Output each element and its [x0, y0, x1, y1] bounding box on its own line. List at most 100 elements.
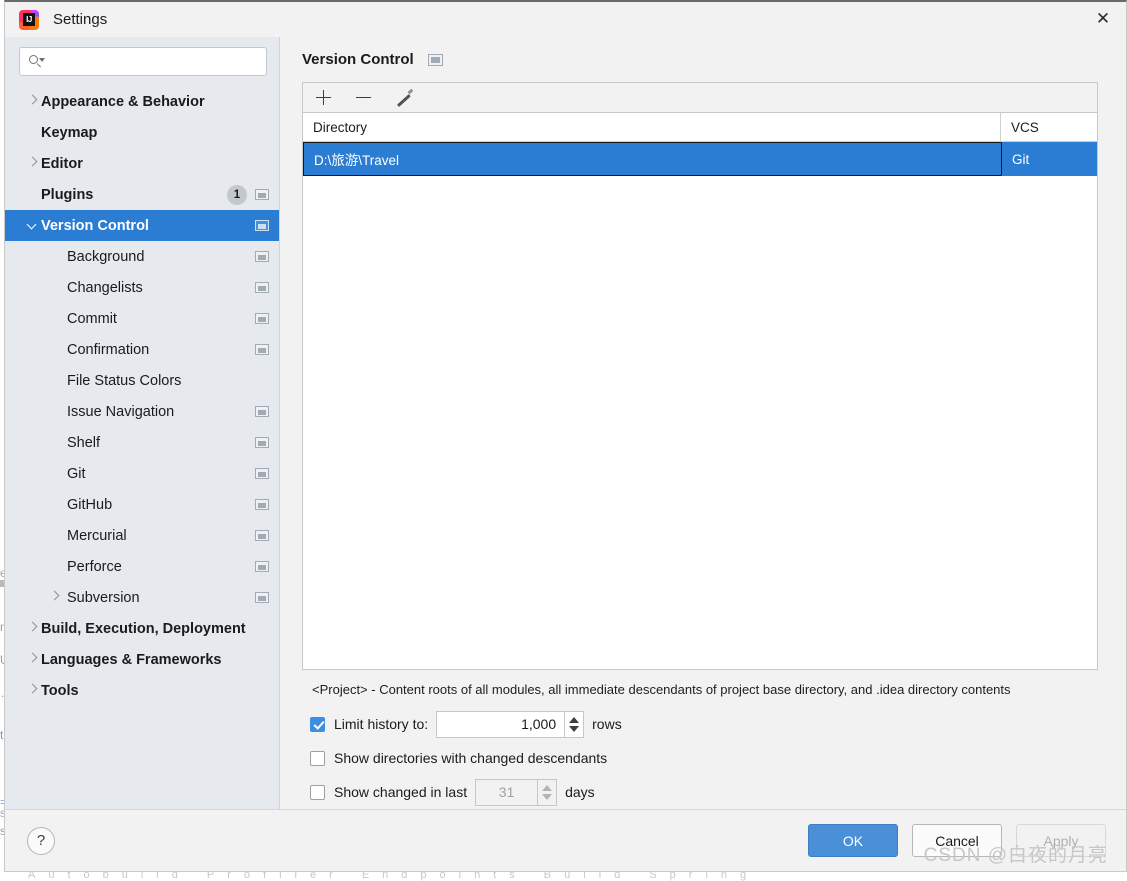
sidebar-item-label: Tools — [41, 682, 79, 699]
column-header-directory[interactable]: Directory — [303, 113, 1001, 141]
sidebar-item-indicators — [255, 437, 269, 448]
sidebar-item-appearance-behavior[interactable]: Appearance & Behavior — [5, 86, 279, 117]
panel-icon[interactable] — [255, 251, 269, 262]
remove-button[interactable] — [353, 87, 375, 109]
intellij-idea-logo-icon — [19, 9, 39, 30]
panel-icon[interactable] — [255, 189, 269, 200]
search-input[interactable] — [44, 53, 258, 70]
cancel-button[interactable]: Cancel — [912, 824, 1002, 857]
sidebar-item-plugins[interactable]: Plugins 1 — [5, 179, 279, 210]
sidebar-item-label: Mercurial — [67, 527, 127, 544]
edit-button[interactable] — [393, 87, 415, 109]
vcs-mappings-table: Directory VCS D:\旅游\Travel Git — [302, 112, 1098, 670]
column-header-vcs[interactable]: VCS — [1001, 113, 1097, 141]
sidebar-item-indicators — [255, 282, 269, 293]
spinner-limit-history[interactable]: 1,000 — [436, 710, 585, 738]
spinner-down-icon[interactable] — [569, 725, 580, 732]
option-row: Show changed in last 31 days — [302, 775, 1098, 809]
spinner-value[interactable]: 31 — [475, 778, 538, 806]
chevron-right-icon[interactable] — [28, 158, 38, 168]
sidebar-item-shelf[interactable]: Shelf — [5, 427, 279, 458]
search-container — [5, 47, 279, 86]
chevron-right-icon[interactable] — [28, 685, 38, 695]
chevron-right-icon[interactable] — [28, 623, 38, 633]
sidebar-item-label: Keymap — [41, 124, 98, 141]
panel-icon[interactable] — [255, 561, 269, 572]
panel-icon[interactable] — [255, 313, 269, 324]
dialog-body: Appearance & Behavior Keymap Editor Plugins… — [5, 37, 1126, 809]
sidebar-item-background[interactable]: Background — [5, 241, 279, 272]
sidebar-item-label: GitHub — [67, 496, 113, 513]
panel-icon[interactable] — [255, 437, 269, 448]
sidebar-item-commit[interactable]: Commit — [5, 303, 279, 334]
sidebar-item-changelists[interactable]: Changelists — [5, 272, 279, 303]
sidebar-item-indicators — [255, 344, 269, 355]
spinner-up-icon[interactable] — [542, 784, 553, 791]
settings-nav-list: Appearance & Behavior Keymap Editor Plugins… — [5, 86, 279, 706]
sidebar-item-tools[interactable]: Tools — [5, 675, 279, 706]
sidebar-item-indicators: 1 — [227, 184, 269, 205]
title-bar: Settings ✕ — [5, 2, 1126, 37]
sidebar-item-git[interactable]: Git — [5, 458, 279, 489]
sidebar-item-label: Subversion — [67, 589, 140, 606]
checkbox-show-directories-changed-descendants[interactable] — [310, 750, 325, 766]
panel-icon[interactable] — [255, 592, 269, 603]
panel-icon[interactable] — [255, 344, 269, 355]
sidebar-item-issue-navigation[interactable]: Issue Navigation — [5, 396, 279, 427]
option-suffix: rows — [592, 716, 622, 732]
panel-icon[interactable] — [255, 468, 269, 479]
panel-icon[interactable] — [255, 530, 269, 541]
spinner-value[interactable]: 1,000 — [436, 710, 565, 738]
chevron-down-icon[interactable] — [28, 220, 38, 230]
spinner-buttons[interactable] — [564, 710, 585, 738]
window-title: Settings — [53, 11, 108, 28]
sidebar-item-editor[interactable]: Editor — [5, 148, 279, 179]
sidebar-item-build-execution-deployment[interactable]: Build, Execution, Deployment — [5, 613, 279, 644]
close-icon[interactable]: ✕ — [1080, 2, 1126, 36]
panel-icon[interactable] — [255, 282, 269, 293]
sidebar-item-indicators — [255, 406, 269, 417]
sidebar-item-label: Commit — [67, 310, 117, 327]
table-body: D:\旅游\Travel Git — [303, 142, 1097, 669]
checkbox-limit-history[interactable] — [310, 716, 325, 732]
panel-icon[interactable] — [255, 220, 269, 231]
cell-directory: D:\旅游\Travel — [303, 142, 1001, 176]
sidebar-item-indicators — [255, 499, 269, 510]
table-row[interactable]: D:\旅游\Travel Git — [303, 142, 1097, 176]
panel-icon[interactable] — [255, 499, 269, 510]
sidebar-item-github[interactable]: GitHub — [5, 489, 279, 520]
sidebar-item-languages-frameworks[interactable]: Languages & Frameworks — [5, 644, 279, 675]
help-button[interactable]: ? — [27, 826, 55, 855]
spinner-down-icon[interactable] — [542, 793, 553, 800]
sidebar-item-label: Confirmation — [67, 341, 150, 358]
ok-button[interactable]: OK — [808, 824, 898, 857]
sidebar-item-file-status-colors[interactable]: File Status Colors — [5, 365, 279, 396]
sidebar-item-mercurial[interactable]: Mercurial — [5, 520, 279, 551]
settings-sidebar: Appearance & Behavior Keymap Editor Plugins… — [5, 37, 280, 809]
spinner-up-icon[interactable] — [569, 716, 580, 723]
settings-dialog: Settings ✕ Appearance & Behavior Keymap Ed… — [4, 0, 1127, 872]
sidebar-item-keymap[interactable]: Keymap — [5, 117, 279, 148]
checkbox-show-changed-in-last[interactable] — [310, 784, 325, 800]
search-box[interactable] — [19, 47, 267, 76]
sidebar-item-indicators — [255, 530, 269, 541]
sidebar-item-label: Perforce — [67, 558, 122, 575]
table-note: <Project> - Content roots of all modules… — [312, 682, 1011, 697]
panel-icon[interactable] — [255, 406, 269, 417]
panel-icon[interactable] — [427, 53, 443, 66]
chevron-right-icon[interactable] — [28, 96, 38, 106]
sidebar-item-label: Changelists — [67, 279, 143, 296]
cell-vcs: Git — [1001, 142, 1097, 176]
sidebar-item-perforce[interactable]: Perforce — [5, 551, 279, 582]
sidebar-item-indicators — [255, 313, 269, 324]
option-label: Show directories with changed descendant… — [334, 750, 608, 766]
chevron-right-icon[interactable] — [28, 654, 38, 664]
sidebar-item-subversion[interactable]: Subversion — [5, 582, 279, 613]
chevron-right-icon[interactable] — [50, 592, 60, 602]
add-button[interactable] — [313, 87, 335, 109]
sidebar-item-label: Build, Execution, Deployment — [41, 620, 246, 637]
sidebar-item-version-control[interactable]: Version Control — [5, 210, 279, 241]
spinner-show-changed-in-last[interactable]: 31 — [475, 778, 558, 806]
spinner-buttons[interactable] — [537, 778, 558, 806]
sidebar-item-confirmation[interactable]: Confirmation — [5, 334, 279, 365]
